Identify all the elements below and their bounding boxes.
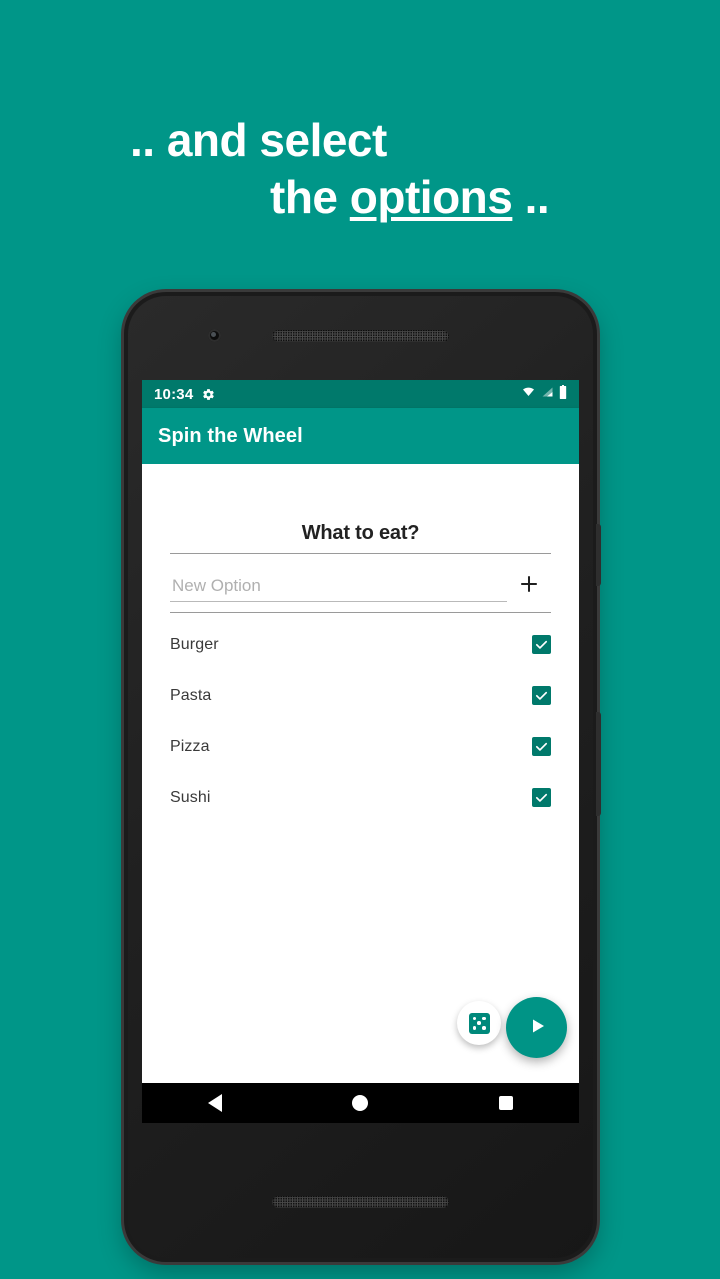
phone-screen: 10:34 Spin the Wheel What to eat? New Op… xyxy=(142,380,579,1123)
home-circle-icon xyxy=(352,1095,369,1111)
power-button[interactable] xyxy=(596,524,601,586)
spin-fab[interactable] xyxy=(506,997,567,1058)
battery-icon xyxy=(559,384,567,404)
promo-line-1-text: .. and select xyxy=(130,114,387,166)
promo-line-2-emphasis: options xyxy=(349,170,513,223)
add-option-button[interactable] xyxy=(507,570,551,600)
app-bar-title: Spin the Wheel xyxy=(158,424,303,447)
main-content: What to eat? Burger xyxy=(142,464,579,1083)
signal-icon xyxy=(541,385,554,403)
promo-line-2: the options .. xyxy=(0,169,720,226)
recents-square-icon xyxy=(499,1096,514,1110)
option-list: Burger Pasta Pizza Sushi xyxy=(170,613,551,823)
app-bar: Spin the Wheel xyxy=(142,408,579,464)
option-checkbox[interactable] xyxy=(532,737,551,756)
option-label: Sushi xyxy=(170,788,211,806)
bottom-speaker-grille xyxy=(272,1196,449,1208)
status-bar: 10:34 xyxy=(142,380,579,408)
status-bar-indicators xyxy=(521,384,567,404)
back-triangle-icon xyxy=(207,1094,222,1112)
wifi-icon xyxy=(521,385,536,403)
option-label: Pizza xyxy=(170,737,210,755)
option-checkbox[interactable] xyxy=(532,788,551,807)
promo-line-2-suffix: .. xyxy=(512,170,550,223)
phone-mockup: 10:34 Spin the Wheel What to eat? New Op… xyxy=(124,292,601,1262)
option-label: Pasta xyxy=(170,686,212,704)
nav-home-button[interactable] xyxy=(330,1083,390,1123)
option-label: Burger xyxy=(170,635,219,653)
nav-recents-button[interactable] xyxy=(476,1083,536,1123)
list-item[interactable]: Pizza xyxy=(170,721,551,772)
dice-icon xyxy=(468,1012,490,1034)
earpiece-speaker-grille xyxy=(272,330,449,342)
promo-line-2-prefix: the xyxy=(270,170,350,223)
gear-icon xyxy=(202,388,215,401)
randomize-fab[interactable] xyxy=(457,1001,501,1045)
plus-icon xyxy=(518,573,540,598)
nav-back-button[interactable] xyxy=(185,1083,245,1123)
promo-headline: .. and select the options .. xyxy=(0,112,720,225)
new-option-input[interactable] xyxy=(170,576,507,602)
list-item[interactable]: Sushi xyxy=(170,772,551,823)
list-item[interactable]: Burger xyxy=(170,619,551,670)
list-title: What to eat? xyxy=(301,522,420,544)
android-nav-bar xyxy=(142,1083,579,1123)
promo-line-1: .. and select xyxy=(0,112,720,169)
volume-button[interactable] xyxy=(596,712,601,816)
option-checkbox[interactable] xyxy=(532,635,551,654)
front-camera-icon xyxy=(208,329,221,342)
new-option-row xyxy=(170,554,551,612)
list-item[interactable]: Pasta xyxy=(170,670,551,721)
play-icon xyxy=(525,1014,549,1041)
option-checkbox[interactable] xyxy=(532,686,551,705)
status-bar-clock: 10:34 xyxy=(154,385,194,403)
